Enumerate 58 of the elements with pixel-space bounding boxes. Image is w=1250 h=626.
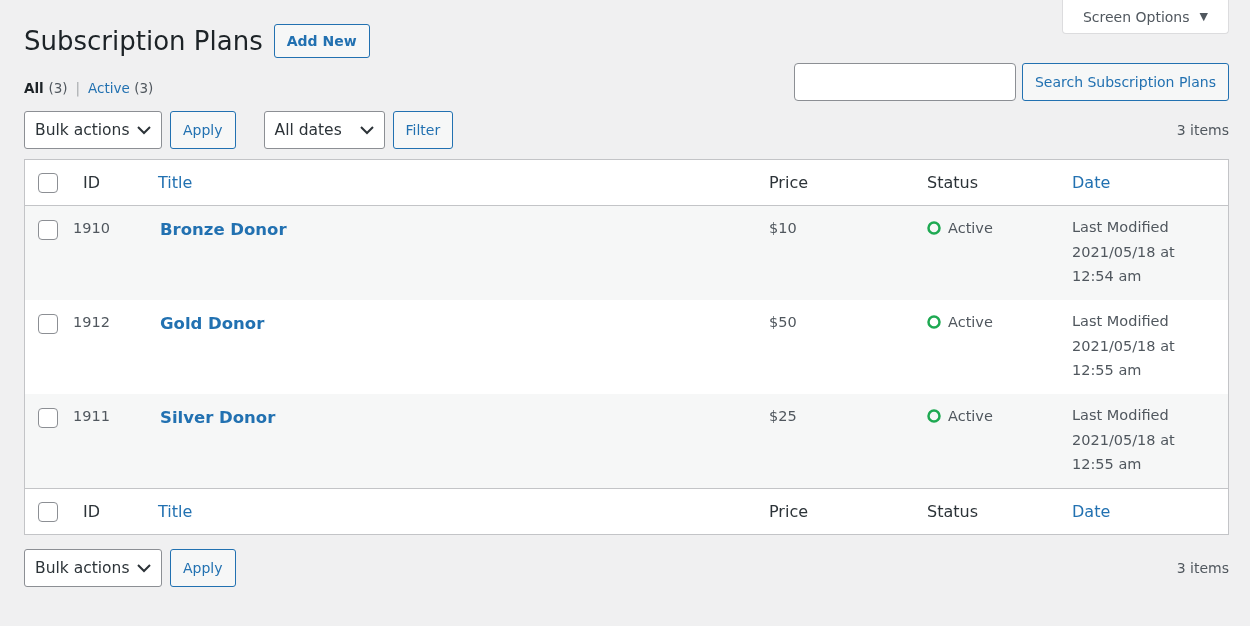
plan-status: Active	[948, 220, 993, 236]
add-new-button[interactable]: Add New	[273, 24, 370, 58]
chevron-down-icon	[137, 125, 151, 135]
column-header: ID	[83, 173, 102, 192]
view-separator: |	[75, 80, 81, 96]
search-button[interactable]: Search Subscription Plans	[1021, 63, 1229, 101]
modified-date-text: 12:54 am	[1072, 267, 1143, 286]
plan-title-link[interactable]: Bronze Donor	[160, 220, 287, 239]
page-title: Subscription Plans	[24, 26, 263, 56]
plan-title-link[interactable]: Silver Donor	[160, 408, 276, 427]
modified-date-text: Last Modified	[1072, 406, 1170, 425]
plan-id: 1910	[73, 220, 111, 236]
plan-price: $50	[769, 314, 798, 330]
modified-date-text: 2021/05/18 at	[1072, 336, 1176, 356]
chevron-down-icon	[137, 563, 151, 573]
select-all-checkbox[interactable]	[38, 172, 58, 193]
bulk-actions-dropdown[interactable]: Bulk actions	[24, 549, 162, 587]
modified-date-text: Last Modified	[1072, 218, 1170, 237]
status-circle-icon	[927, 315, 941, 329]
apply-button[interactable]: Apply	[170, 111, 236, 149]
plan-id: 1912	[73, 314, 111, 330]
dates-dropdown[interactable]: All dates	[263, 111, 385, 149]
select-all-checkbox[interactable]	[38, 501, 58, 522]
chevron-down-icon	[359, 125, 374, 135]
column-header: Price	[769, 173, 810, 192]
plan-price: $25	[769, 408, 798, 424]
screen-options-button[interactable]: Screen Options ▼	[1061, 0, 1229, 34]
column-header: Status	[927, 173, 979, 192]
modified-date-text: Last Modified	[1072, 312, 1170, 331]
apply-button[interactable]: Apply	[170, 549, 236, 587]
column-header-link[interactable]: Date	[1072, 173, 1111, 192]
bulk-actions-dropdown[interactable]: Bulk actions	[24, 111, 162, 149]
column-header: Status	[927, 502, 979, 521]
row-checkbox[interactable]	[38, 220, 58, 240]
modified-date-text: 2021/05/18 at	[1072, 242, 1176, 262]
column-header-link[interactable]: Date	[1072, 502, 1111, 521]
plan-status: Active	[948, 408, 993, 424]
plan-status: Active	[948, 314, 993, 330]
column-header-link[interactable]: Title	[158, 502, 193, 521]
view-filter-link[interactable]: Active (3)	[88, 80, 154, 96]
plan-title-link[interactable]: Gold Donor	[160, 314, 265, 333]
column-header: ID	[83, 502, 102, 521]
item-count: 3 items	[1176, 560, 1229, 576]
view-filter-link[interactable]: All (3)	[24, 80, 68, 96]
status-circle-icon	[927, 221, 941, 235]
modified-date-text: 12:55 am	[1072, 455, 1143, 474]
status-circle-icon	[927, 409, 941, 423]
plan-id: 1911	[73, 408, 111, 424]
row-checkbox[interactable]	[38, 408, 58, 428]
search-field[interactable]	[793, 63, 1016, 101]
item-count: 3 items	[1176, 122, 1229, 138]
filter-button[interactable]: Filter	[392, 111, 454, 149]
column-header: Price	[769, 502, 810, 521]
column-header-link[interactable]: Title	[158, 173, 193, 192]
modified-date-text: 2021/05/18 at	[1072, 430, 1176, 450]
modified-date-text: 12:55 am	[1072, 361, 1143, 380]
row-checkbox[interactable]	[38, 314, 58, 334]
plan-price: $10	[769, 220, 798, 236]
